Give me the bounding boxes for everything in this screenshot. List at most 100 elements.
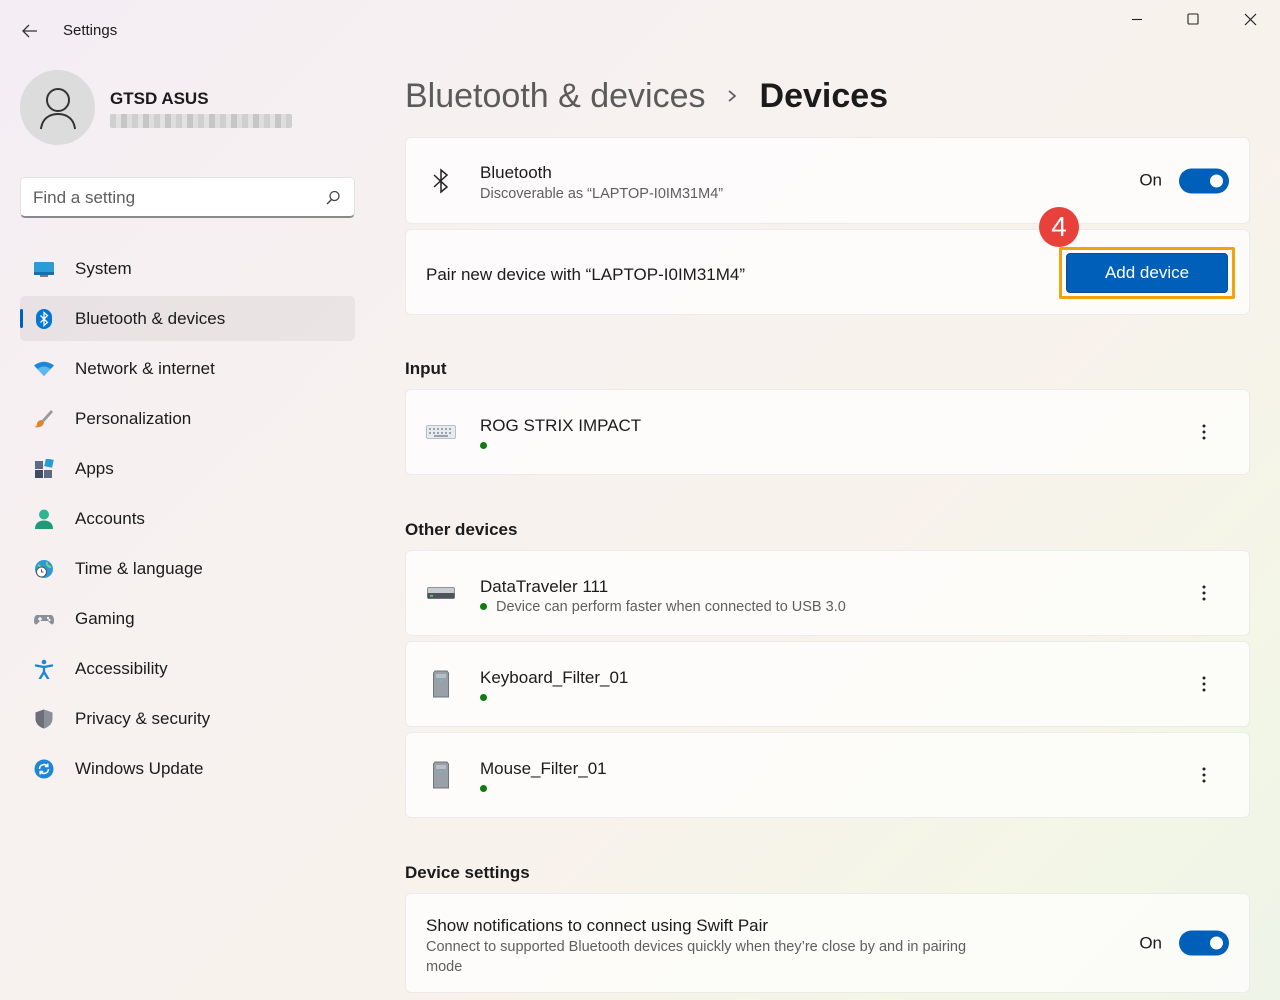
device-name: Keyboard_Filter_01 — [480, 668, 629, 687]
sidebar-item-label: Accessibility — [75, 659, 168, 678]
page-title: Devices — [759, 76, 889, 115]
sidebar-item-accessibility[interactable]: Accessibility — [20, 646, 355, 691]
device-row-rog-strix-impact[interactable]: ROG STRIX IMPACT — [405, 389, 1250, 475]
globe-clock-icon — [35, 560, 53, 578]
breadcrumb-parent[interactable]: Bluetooth & devices — [405, 77, 706, 116]
bluetooth-toggle-group: On — [1139, 168, 1229, 193]
sidebar-item-accounts[interactable]: Accounts — [20, 496, 355, 541]
bluetooth-subtitle: Discoverable as “LAPTOP-I0IM31M4” — [480, 186, 724, 202]
tower-icon — [433, 761, 449, 789]
connected-status-dot — [480, 603, 487, 610]
more-vertical-icon — [1202, 424, 1206, 440]
swift-pair-title: Show notifications to connect using Swif… — [426, 916, 769, 935]
toggle-state-label: On — [1139, 170, 1162, 190]
device-icon-container — [426, 760, 456, 790]
breadcrumb: Bluetooth & devices Devices — [405, 74, 888, 118]
usb-drive-icon — [427, 587, 455, 599]
person-icon — [35, 509, 53, 529]
sidebar-item-network-internet[interactable]: Network & internet — [20, 346, 355, 391]
close-button[interactable] — [1222, 6, 1278, 32]
minimize-button[interactable] — [1109, 6, 1165, 32]
maximize-icon — [1187, 13, 1199, 25]
back-button[interactable] — [14, 16, 46, 46]
shield-icon — [35, 709, 53, 729]
sidebar-nav: System Bluetooth & devices Network & int… — [20, 246, 355, 796]
device-name: ROG STRIX IMPACT — [480, 416, 642, 435]
maximize-button[interactable] — [1165, 6, 1221, 32]
bluetooth-toggle[interactable] — [1179, 168, 1229, 193]
device-name: Mouse_Filter_01 — [480, 759, 607, 778]
wifi-icon — [34, 361, 54, 376]
sidebar-item-label: Network & internet — [75, 359, 215, 378]
device-icon-container — [426, 417, 456, 447]
swift-pair-toggle-group: On — [1139, 930, 1229, 956]
sidebar-item-bluetooth-devices[interactable]: Bluetooth & devices — [20, 296, 355, 341]
more-vertical-icon — [1202, 585, 1206, 601]
bluetooth-title: Bluetooth — [480, 163, 552, 182]
user-name: GTSD ASUS — [110, 89, 209, 108]
more-options-button[interactable] — [1189, 578, 1219, 608]
add-device-button[interactable]: Add device — [1066, 253, 1228, 293]
more-options-button[interactable] — [1189, 417, 1219, 447]
bluetooth-icon-container — [426, 166, 456, 196]
sidebar-item-label: Time & language — [75, 559, 203, 578]
user-email-redacted — [110, 114, 292, 128]
swift-pair-card: Show notifications to connect using Swif… — [405, 893, 1250, 993]
more-vertical-icon — [1202, 767, 1206, 783]
minimize-icon — [1132, 18, 1142, 21]
sidebar-item-label: Windows Update — [75, 759, 204, 778]
toggle-state-label: On — [1139, 933, 1162, 952]
back-arrow-icon — [22, 24, 37, 38]
search-icon[interactable] — [324, 189, 342, 207]
sidebar-item-label: Privacy & security — [75, 709, 211, 728]
close-icon — [1244, 13, 1256, 25]
device-icon-container — [426, 578, 456, 608]
sidebar-item-label: Personalization — [75, 409, 192, 428]
search-box[interactable] — [20, 177, 355, 218]
sidebar-item-gaming[interactable]: Gaming — [20, 596, 355, 641]
sidebar-item-label: System — [75, 259, 132, 278]
step-badge: 4 — [1039, 207, 1079, 247]
swift-pair-toggle[interactable] — [1179, 930, 1229, 956]
apps-icon — [35, 459, 54, 478]
sidebar-item-privacy-security[interactable]: Privacy & security — [20, 696, 355, 741]
refresh-icon — [34, 759, 54, 779]
connected-status-dot — [480, 785, 487, 792]
more-vertical-icon — [1202, 676, 1206, 692]
sidebar-item-personalization[interactable]: Personalization — [20, 396, 355, 441]
device-row-mouse-filter[interactable]: Mouse_Filter_01 — [405, 732, 1250, 818]
sidebar-item-label: Accounts — [75, 509, 145, 528]
more-options-button[interactable] — [1189, 669, 1219, 699]
device-row-datatraveler[interactable]: DataTraveler 111 Device can perform fast… — [405, 550, 1250, 636]
sidebar-item-label: Gaming — [75, 609, 135, 628]
sidebar-item-system[interactable]: System — [20, 246, 355, 291]
title-bar: Settings — [0, 0, 1280, 60]
section-title-input: Input — [405, 359, 447, 378]
chevron-right-icon — [728, 90, 736, 102]
swift-pair-description-cont: mode — [426, 959, 463, 975]
accessibility-icon — [34, 659, 54, 679]
sidebar-item-time-language[interactable]: Time & language — [20, 546, 355, 591]
search-input[interactable] — [33, 187, 313, 209]
more-options-button[interactable] — [1189, 760, 1219, 790]
pair-device-text: Pair new device with “LAPTOP-I0IM31M4” — [426, 265, 746, 284]
sidebar-item-label: Bluetooth & devices — [75, 309, 226, 328]
connected-status-dot — [480, 442, 487, 449]
keyboard-icon — [426, 425, 456, 439]
device-row-keyboard-filter[interactable]: Keyboard_Filter_01 — [405, 641, 1250, 727]
sidebar-item-label: Apps — [75, 459, 114, 478]
app-title: Settings — [63, 22, 118, 39]
section-title-other-devices: Other devices — [405, 520, 518, 539]
device-name: DataTraveler 111 — [480, 577, 609, 596]
person-icon — [39, 87, 76, 129]
sidebar-item-apps[interactable]: Apps — [20, 446, 355, 491]
connected-status-dot — [480, 694, 487, 701]
bluetooth-icon — [433, 167, 449, 194]
gamepad-icon — [34, 615, 54, 625]
sidebar-item-windows-update[interactable]: Windows Update — [20, 746, 355, 791]
device-status: Device can perform faster when connected… — [496, 599, 846, 615]
tower-icon — [433, 670, 449, 698]
avatar[interactable] — [20, 70, 95, 145]
bluetooth-card: Bluetooth Discoverable as “LAPTOP-I0IM31… — [405, 137, 1250, 224]
section-title-device-settings: Device settings — [405, 863, 530, 882]
